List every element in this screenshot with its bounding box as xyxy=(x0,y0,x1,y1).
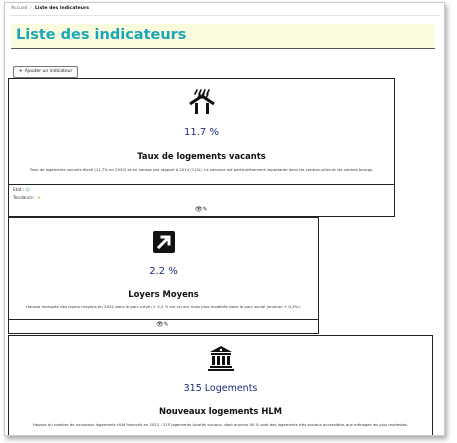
breadcrumb: Accueil / Liste des indicateurs xyxy=(11,6,89,11)
page-title-bar: Liste des indicateurs xyxy=(11,24,435,49)
card-actions: 👁✎ xyxy=(156,321,169,328)
breadcrumb-separator: / xyxy=(30,6,32,11)
browser-page: Accueil / Liste des indicateurs Liste des … xyxy=(4,2,445,436)
indicator-description: Hausse marquée des loyers moyens en 2022… xyxy=(26,304,301,309)
breadcrumb-home-link[interactable]: Accueil xyxy=(11,6,27,11)
indicator-card-rents: 2.2 % Loyers Moyens Hausse marquée des l… xyxy=(8,217,319,334)
card-main: 2.2 % Loyers Moyens Hausse marquée des l… xyxy=(9,218,318,320)
card-main: 315 Logements Nouveaux logements HLM Hau… xyxy=(9,336,432,435)
etat-label: Etat : xyxy=(13,187,25,192)
trend-arrow-icon: ➜ xyxy=(36,195,41,200)
indicator-description: Hausse du nombre de nouveaux logements H… xyxy=(32,422,409,427)
eye-icon[interactable]: 👁 xyxy=(195,206,203,213)
indicator-card-hlm: 315 Logements Nouveaux logements HLM Hau… xyxy=(8,335,433,435)
landmark-icon xyxy=(207,345,234,375)
card-main: 11.7 % Taux de logements vacants Taux de… xyxy=(9,79,394,185)
add-indicator-button[interactable]: + Ajouter un indicateur xyxy=(13,66,79,78)
indicator-description: Taux de logements vacants élevé (11,7% e… xyxy=(29,167,374,172)
smiley-icon: ☺ xyxy=(25,187,30,192)
etat-row: Etat : ☺ xyxy=(13,186,40,194)
indicator-card-vacancy: 11.7 % Taux de logements vacants Taux de… xyxy=(8,78,395,217)
edit-icon[interactable]: ✎ xyxy=(164,321,169,328)
indicator-title: Nouveaux logements HLM xyxy=(158,406,283,416)
indicator-title: Loyers Moyens xyxy=(128,289,199,299)
indicator-value: 315 Logements xyxy=(183,383,258,394)
edit-icon[interactable]: ✎ xyxy=(203,206,208,213)
eye-icon[interactable]: 👁 xyxy=(156,321,164,328)
card-actions: 👁✎ xyxy=(195,206,208,213)
indicator-title: Taux de logements vacants xyxy=(137,151,266,161)
header-divider xyxy=(9,15,440,16)
house-rain-icon xyxy=(187,87,217,119)
arrow-up-right-icon xyxy=(152,230,176,258)
indicator-value: 11.7 % xyxy=(184,127,219,138)
add-indicator-label: Ajouter un indicateur xyxy=(24,69,73,74)
indicator-meta: Etat : ☺ Tendance : ➜ xyxy=(13,186,40,202)
indicator-value: 2.2 % xyxy=(149,266,178,277)
tendance-label: Tendance : xyxy=(13,195,36,200)
page-title: Liste des indicateurs xyxy=(16,27,187,43)
breadcrumb-current: Liste des indicateurs xyxy=(34,6,89,11)
plus-icon: + xyxy=(19,69,23,74)
tendance-row: Tendance : ➜ xyxy=(13,194,40,202)
